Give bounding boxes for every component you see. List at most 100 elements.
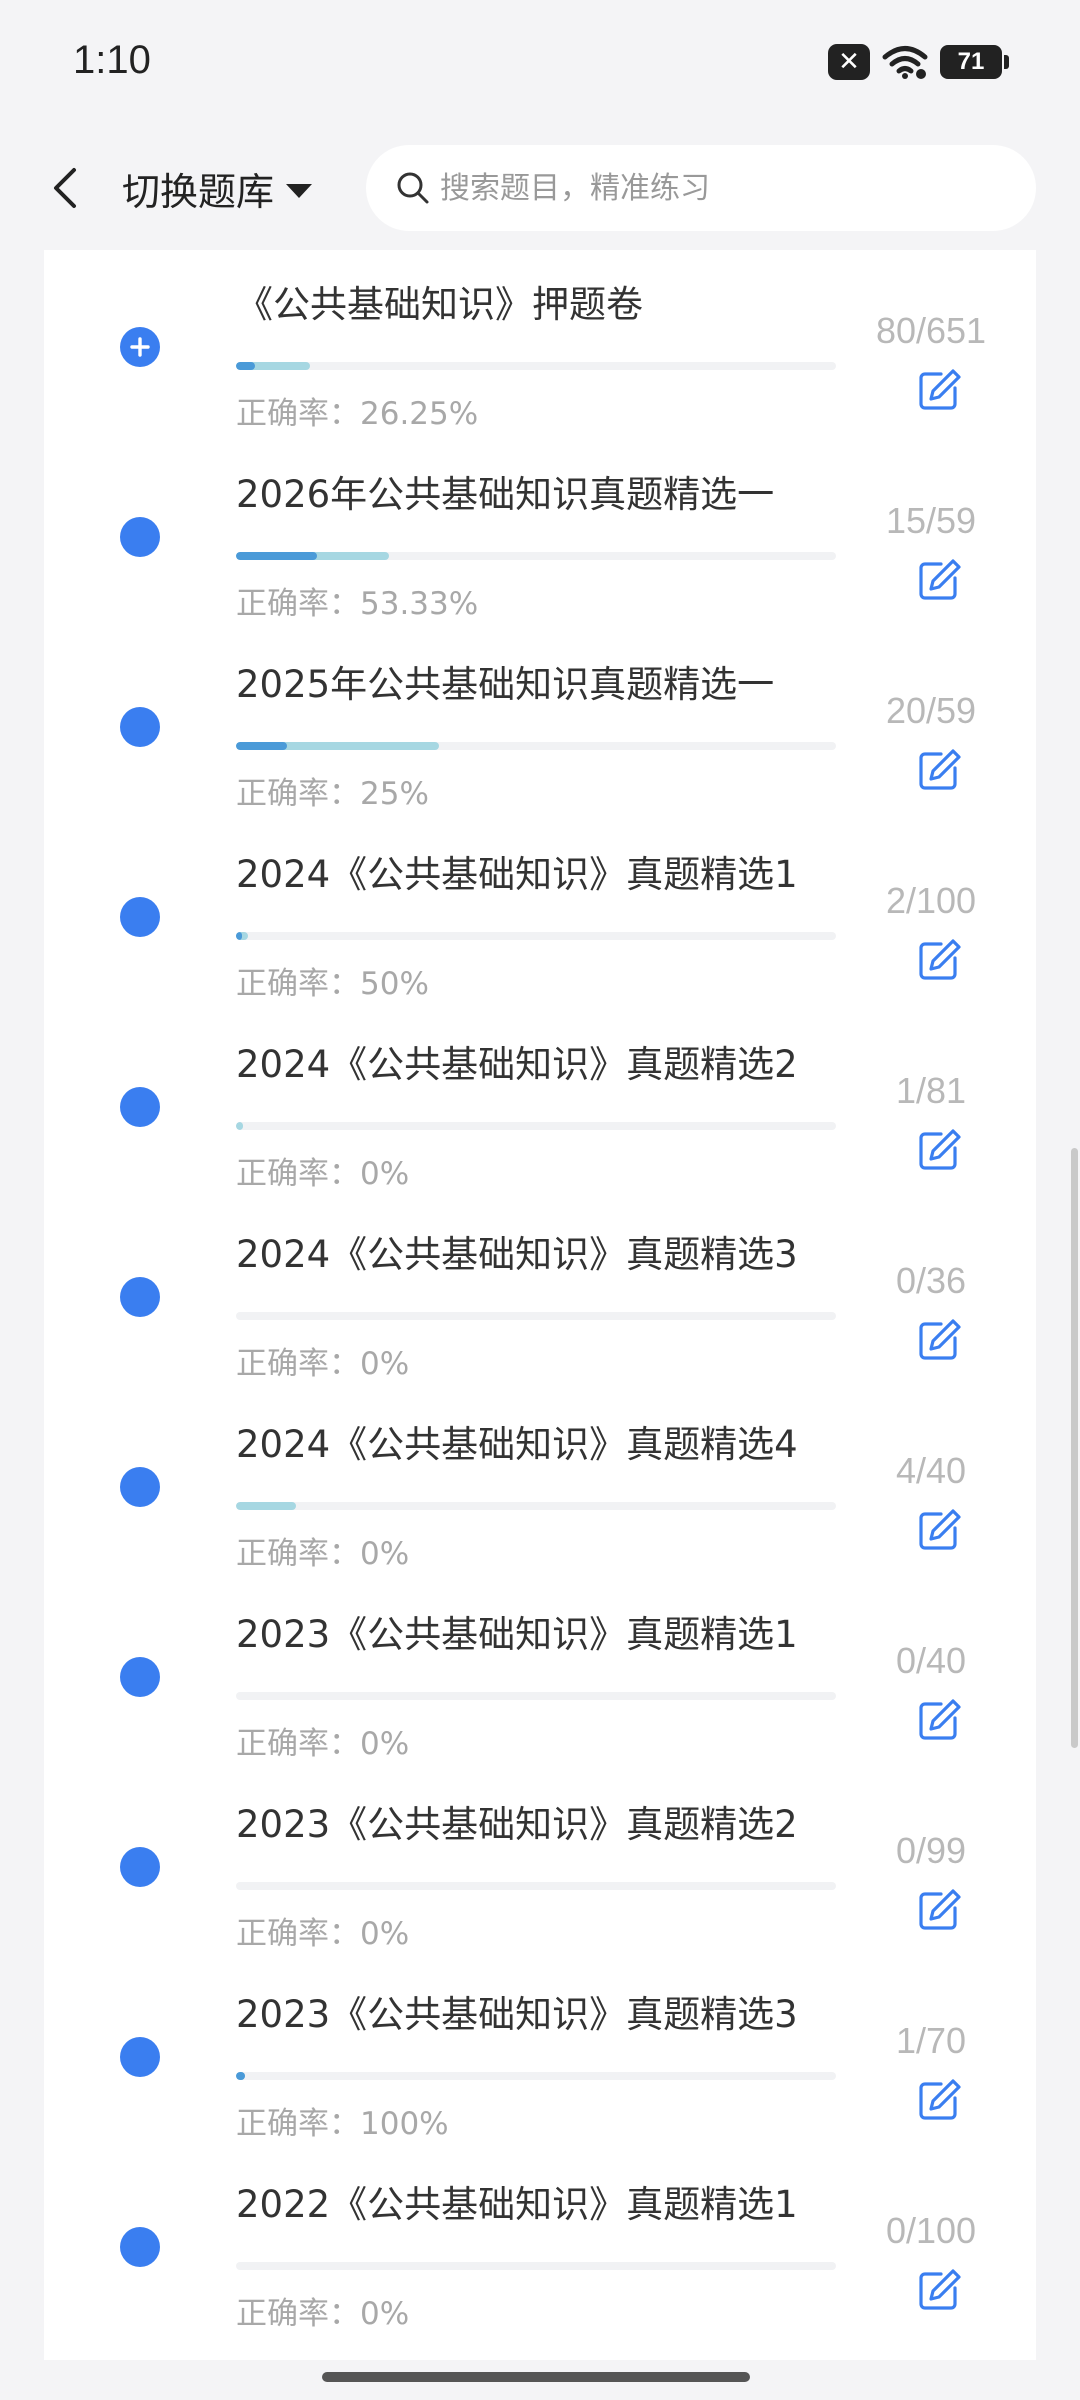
accuracy-text: 正确率：0% xyxy=(236,1908,409,1953)
accuracy-value: 0% xyxy=(360,1916,410,1952)
edit-icon[interactable] xyxy=(915,936,963,984)
progress-answered xyxy=(236,1122,244,1130)
bullet-dot xyxy=(120,897,160,937)
bullet-dot xyxy=(120,1087,160,1127)
progress-count: 1/70 xyxy=(895,2020,967,2061)
progress-bar xyxy=(236,362,836,370)
top-bar: 切换题库 xyxy=(0,125,1080,250)
bank-name: 2023《公共基础知识》真题精选1 xyxy=(236,1613,798,1656)
edit-icon[interactable] xyxy=(915,1316,963,1364)
bullet-dot xyxy=(120,1467,160,1507)
accuracy-value: 50% xyxy=(360,966,429,1002)
bullet-dot xyxy=(120,517,160,557)
accuracy-text: 正确率：0% xyxy=(236,1718,409,1763)
edit-icon[interactable] xyxy=(915,556,963,604)
list-item[interactable]: 2024《公共基础知识》真题精选2 正确率：0% 1/81 xyxy=(44,1010,1036,1200)
accuracy-text: 正确率：0% xyxy=(236,1528,409,1573)
edit-icon[interactable] xyxy=(915,1506,963,1554)
home-indicator[interactable] xyxy=(322,2372,750,2382)
list-item[interactable]: 2024《公共基础知识》真题精选1 正确率：50% 2/100 xyxy=(44,820,1036,1010)
bullet-dot xyxy=(120,1657,160,1697)
accuracy-label: 正确率： xyxy=(236,1916,360,1952)
caret-down-icon xyxy=(286,183,313,198)
edit-icon[interactable] xyxy=(915,2266,963,2314)
progress-count: 0/100 xyxy=(885,2210,977,2251)
accuracy-label: 正确率： xyxy=(236,586,360,622)
bank-name: 2024《公共基础知识》真题精选3 xyxy=(236,1233,798,1276)
search-bar[interactable] xyxy=(366,145,1036,231)
list-item[interactable]: 2023《公共基础知识》真题精选3 正确率：100% 1/70 xyxy=(44,1960,1036,2150)
accuracy-text: 正确率：25% xyxy=(236,768,429,813)
list-item[interactable]: 2024《公共基础知识》真题精选3 正确率：0% 0/36 xyxy=(44,1200,1036,1390)
progress-bar xyxy=(236,1312,836,1320)
progress-bar xyxy=(236,2072,836,2080)
battery-icon: 71 xyxy=(940,45,1009,79)
progress-count: 0/36 xyxy=(895,1260,967,1301)
progress-correct xyxy=(236,2072,245,2080)
bank-name: 2023《公共基础知识》真题精选3 xyxy=(236,1993,798,2036)
accuracy-value: 53.33% xyxy=(360,586,479,622)
bullet-dot xyxy=(120,2227,160,2267)
progress-count: 80/651 xyxy=(875,310,987,351)
back-button[interactable] xyxy=(40,163,90,213)
list-item[interactable]: 2025年公共基础知识真题精选一 正确率：25% 20/59 xyxy=(44,630,1036,820)
accuracy-value: 25% xyxy=(360,776,429,812)
edit-icon[interactable] xyxy=(915,746,963,794)
edit-icon[interactable] xyxy=(915,1696,963,1744)
search-input[interactable] xyxy=(438,169,1002,207)
bullet-dot xyxy=(120,2037,160,2077)
accuracy-value: 0% xyxy=(360,1536,410,1572)
add-circle-icon xyxy=(120,327,160,367)
list-item[interactable]: 2024《公共基础知识》真题精选4 正确率：0% 4/40 xyxy=(44,1390,1036,1580)
edit-icon[interactable] xyxy=(915,1886,963,1934)
bank-name: 2025年公共基础知识真题精选一 xyxy=(236,663,775,706)
progress-count: 0/40 xyxy=(895,1640,967,1681)
accuracy-label: 正确率： xyxy=(236,1726,360,1762)
switch-bank-dropdown[interactable]: 切换题库 xyxy=(122,161,313,216)
bank-name: 2024《公共基础知识》真题精选2 xyxy=(236,1043,798,1086)
accuracy-text: 正确率：50% xyxy=(236,958,429,1003)
progress-correct xyxy=(236,552,318,560)
accuracy-label: 正确率： xyxy=(236,1536,360,1572)
question-bank-list: 《公共基础知识》押题卷 正确率：26.25% 80/651 2026年公共基础知… xyxy=(44,250,1036,2360)
accuracy-label: 正确率： xyxy=(236,396,360,432)
accuracy-text: 正确率：100% xyxy=(236,2098,449,2143)
list-item[interactable]: 2023《公共基础知识》真题精选1 正确率：0% 0/40 xyxy=(44,1580,1036,1770)
accuracy-value: 26.25% xyxy=(360,396,479,432)
search-icon xyxy=(396,171,430,205)
list-item[interactable]: 《公共基础知识》押题卷 正确率：26.25% 80/651 xyxy=(44,250,1036,440)
progress-bar xyxy=(236,1122,836,1130)
bank-name: 2023《公共基础知识》真题精选2 xyxy=(236,1803,798,1846)
accuracy-value: 0% xyxy=(360,1346,410,1382)
progress-count: 15/59 xyxy=(885,500,977,541)
accuracy-value: 0% xyxy=(360,2296,410,2332)
accuracy-text: 正确率：26.25% xyxy=(236,388,478,433)
progress-bar xyxy=(236,1502,836,1510)
progress-count: 2/100 xyxy=(885,880,977,921)
scrollbar[interactable] xyxy=(1071,1148,1078,1748)
bullet-dot xyxy=(120,1847,160,1887)
progress-count: 20/59 xyxy=(885,690,977,731)
progress-bar xyxy=(236,742,836,750)
edit-icon[interactable] xyxy=(915,2076,963,2124)
accuracy-value: 0% xyxy=(360,1726,410,1762)
progress-bar xyxy=(236,1882,836,1890)
x-badge-icon: ✕ xyxy=(828,44,870,80)
progress-bar xyxy=(236,552,836,560)
battery-level: 71 xyxy=(957,48,985,75)
status-time: 1:10 xyxy=(73,38,151,82)
progress-bar xyxy=(236,932,836,940)
list-item[interactable]: 2026年公共基础知识真题精选一 正确率：53.33% 15/59 xyxy=(44,440,1036,630)
list-item[interactable]: 2023《公共基础知识》真题精选2 正确率：0% 0/99 xyxy=(44,1770,1036,1960)
edit-icon[interactable] xyxy=(915,366,963,414)
bank-name: 2024《公共基础知识》真题精选1 xyxy=(236,853,798,896)
progress-count: 1/81 xyxy=(895,1070,967,1111)
bank-name: 《公共基础知识》押题卷 xyxy=(236,283,643,326)
status-icons: ✕ 71 xyxy=(828,42,1009,82)
progress-correct xyxy=(236,932,242,940)
edit-icon[interactable] xyxy=(915,1126,963,1174)
accuracy-text: 正确率：0% xyxy=(236,2288,409,2333)
wifi-icon xyxy=(882,46,928,79)
list-item[interactable]: 2022《公共基础知识》真题精选1 正确率：0% 0/100 xyxy=(44,2150,1036,2340)
accuracy-label: 正确率： xyxy=(236,1346,360,1382)
